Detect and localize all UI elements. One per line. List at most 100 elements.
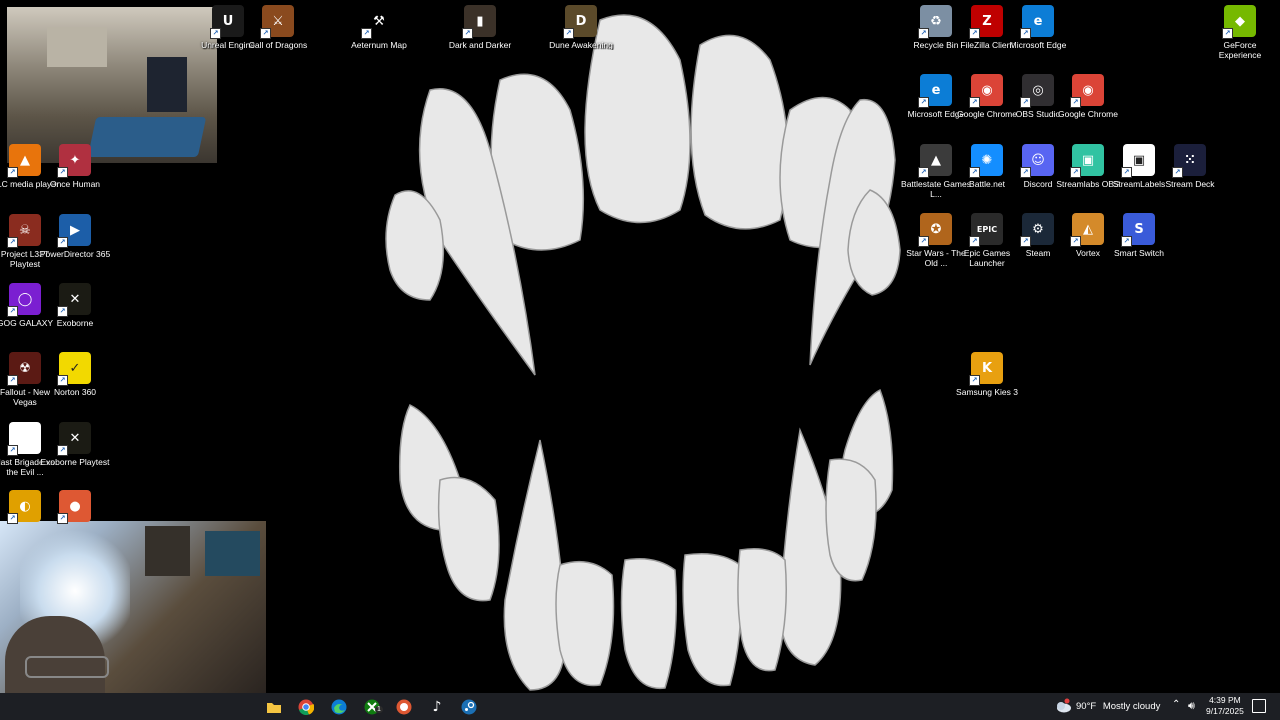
recycle-bin-icon: ♻ ↗ bbox=[918, 5, 952, 39]
file-explorer-icon[interactable] bbox=[258, 693, 290, 720]
shortcut-arrow-icon: ↗ bbox=[918, 167, 929, 178]
desktop-shortcut[interactable]: ⚒ ↗ Aeternum Map bbox=[346, 5, 412, 73]
geforce-icon: ◆ ↗ bbox=[1222, 5, 1256, 39]
shortcut-arrow-icon: ↗ bbox=[918, 236, 929, 247]
desktop-shortcut-label: Exoborne Playtest bbox=[40, 457, 110, 467]
lower-fang bbox=[503, 439, 566, 691]
desktop-shortcut-label: Exoborne bbox=[56, 318, 94, 328]
desktop-shortcut-label: Samsung Kies 3 bbox=[956, 387, 1018, 397]
shortcut-arrow-icon: ↗ bbox=[918, 97, 929, 108]
clock-time: 4:39 PM bbox=[1209, 695, 1241, 705]
desktop-shortcut[interactable]: ⁙ ↗ Stream Deck bbox=[1157, 144, 1223, 212]
desktop-shortcut[interactable]: ● ↗ bbox=[42, 490, 108, 558]
edge-icon: e ↗ bbox=[1020, 5, 1054, 39]
unreal-engine-icon: U ↗ bbox=[210, 5, 244, 39]
steam-icon: ⚙ ↗ bbox=[1020, 213, 1054, 247]
powerdirector-icon: ▶ ↗ bbox=[57, 214, 91, 248]
desktop-shortcut[interactable]: ▮ ↗ Dark and Darker bbox=[447, 5, 513, 73]
shortcut-arrow-icon: ↗ bbox=[969, 167, 980, 178]
file-icon: ↗ bbox=[7, 422, 41, 456]
shortcut-arrow-icon: ↗ bbox=[57, 375, 68, 386]
chevron-up-icon[interactable]: ⌃ bbox=[1172, 699, 1180, 710]
desktop-shortcut[interactable]: ◆ ↗ GeForce Experience bbox=[1207, 5, 1273, 73]
shortcut-arrow-icon: ↗ bbox=[1020, 236, 1031, 247]
shortcut-arrow-icon: ↗ bbox=[7, 513, 18, 524]
desktop-shortcut[interactable]: ✦ ↗ Once Human bbox=[42, 144, 108, 212]
exoborne-playtest-icon: ✕ ↗ bbox=[57, 422, 91, 456]
dune-awakening-icon: D ↗ bbox=[563, 5, 597, 39]
desktop-shortcut-label: Aeternum Map bbox=[351, 40, 407, 50]
discord-icon: ☺ ↗ bbox=[1020, 144, 1054, 178]
weather-summary[interactable]: 90°F Mostly cloudy bbox=[1076, 701, 1160, 712]
samsung-kies-icon: K ↗ bbox=[969, 352, 1003, 386]
shortcut-arrow-icon: ↗ bbox=[57, 306, 68, 317]
chrome-icon[interactable] bbox=[290, 693, 322, 720]
desktop-shortcut-label: Stream Deck bbox=[1165, 179, 1215, 189]
notification-icon[interactable] bbox=[1252, 699, 1266, 713]
desktop-shortcut[interactable]: ⚔ ↗ Call of Dragons bbox=[245, 5, 311, 73]
fallout-new-vegas-icon: ☢ ↗ bbox=[7, 352, 41, 386]
desktop-shortcut[interactable]: ✓ ↗ Norton 360 bbox=[42, 352, 108, 420]
desktop-shortcut-label: Once Human bbox=[49, 179, 101, 189]
desktop-shortcut[interactable]: ✕ ↗ Exoborne bbox=[42, 283, 108, 351]
desktop-shortcut-label: Dune Awakening bbox=[549, 40, 613, 50]
shortcut-arrow-icon: ↗ bbox=[1070, 167, 1081, 178]
star-wars-icon: ✪ ↗ bbox=[918, 213, 952, 247]
edge-icon[interactable] bbox=[323, 693, 355, 720]
lower-tooth bbox=[825, 458, 877, 582]
once-human-icon: ✦ ↗ bbox=[57, 144, 91, 178]
volume-icon[interactable]: 🔊︎ bbox=[1188, 699, 1195, 713]
lower-tooth bbox=[555, 560, 615, 687]
desktop-shortcut[interactable]: e ↗ Microsoft Edge bbox=[1005, 5, 1071, 73]
weather-temp: 90°F bbox=[1076, 701, 1097, 712]
shortcut-arrow-icon: ↗ bbox=[1020, 97, 1031, 108]
desktop-shortcut-label: Dark and Darker bbox=[448, 40, 512, 50]
lower-tooth bbox=[682, 553, 742, 687]
clock[interactable]: 4:39 PM 9/17/2025 bbox=[1206, 695, 1244, 717]
epic-games-icon: EPIC ↗ bbox=[969, 213, 1003, 247]
desktop-shortcut[interactable]: ▶ ↗ PowerDirector 365 bbox=[40, 214, 110, 282]
desktop-shortcut-label: Google Chrome bbox=[1057, 109, 1118, 119]
shortcut-arrow-icon: ↗ bbox=[210, 28, 221, 39]
desktop-shortcut[interactable]: ✕ ↗ Exoborne Playtest bbox=[41, 422, 109, 490]
shortcut-arrow-icon: ↗ bbox=[1020, 28, 1031, 39]
desktop-shortcut-label: Call of Dragons bbox=[248, 40, 308, 50]
obs-icon: ◎ ↗ bbox=[1020, 74, 1054, 108]
shortcut-arrow-icon: ↗ bbox=[1172, 167, 1183, 178]
shortcut-arrow-icon: ↗ bbox=[563, 28, 574, 39]
shortcut-arrow-icon: ↗ bbox=[361, 28, 372, 39]
call-of-dragons-icon: ⚔ ↗ bbox=[260, 5, 294, 39]
shortcut-arrow-icon: ↗ bbox=[462, 28, 473, 39]
shortcut-arrow-icon: ↗ bbox=[1222, 28, 1233, 39]
shortcut-arrow-icon: ↗ bbox=[57, 513, 68, 524]
desktop-shortcut[interactable]: S ↗ Smart Switch bbox=[1106, 213, 1172, 281]
smart-switch-icon: S ↗ bbox=[1121, 213, 1155, 247]
shortcut-arrow-icon: ↗ bbox=[1020, 167, 1031, 178]
clock-date: 9/17/2025 bbox=[1206, 706, 1244, 716]
desktop-shortcut[interactable]: ◉ ↗ Google Chrome bbox=[1055, 74, 1121, 142]
desktop-shortcut-label: Smart Switch bbox=[1113, 248, 1165, 258]
lower-tooth bbox=[437, 476, 500, 602]
tiktok-icon[interactable]: ♪ bbox=[421, 693, 453, 720]
shortcut-arrow-icon: ↗ bbox=[1121, 236, 1132, 247]
shortcut-arrow-icon: ↗ bbox=[260, 28, 271, 39]
duckduckgo-icon[interactable] bbox=[388, 693, 420, 720]
shortcut-arrow-icon: ↗ bbox=[7, 237, 18, 248]
shortcut-arrow-icon: ↗ bbox=[1070, 236, 1081, 247]
shortcut-arrow-icon: ↗ bbox=[57, 167, 68, 178]
shortcut-arrow-icon: ↗ bbox=[1070, 97, 1081, 108]
vlc-icon: ▲ ↗ bbox=[7, 144, 41, 178]
desktop-shortcut[interactable]: K ↗ Samsung Kies 3 bbox=[954, 352, 1020, 420]
webcam-room-overlay bbox=[7, 7, 217, 163]
weather-icon[interactable] bbox=[1054, 698, 1072, 714]
edge-icon: e ↗ bbox=[918, 74, 952, 108]
desktop-shortcut-label: Microsoft Edge bbox=[1009, 40, 1067, 50]
filezilla-icon: Z ↗ bbox=[969, 5, 1003, 39]
steam-icon[interactable] bbox=[453, 693, 485, 720]
streamlabs-icon: ▣ ↗ bbox=[1070, 144, 1104, 178]
shortcut-arrow-icon: ↗ bbox=[918, 28, 929, 39]
desktop-shortcut[interactable]: D ↗ Dune Awakening bbox=[548, 5, 614, 73]
norton-360-icon: ✓ ↗ bbox=[57, 352, 91, 386]
exoborne-icon: ✕ ↗ bbox=[57, 283, 91, 317]
xbox-icon[interactable]: 1 bbox=[356, 693, 388, 720]
